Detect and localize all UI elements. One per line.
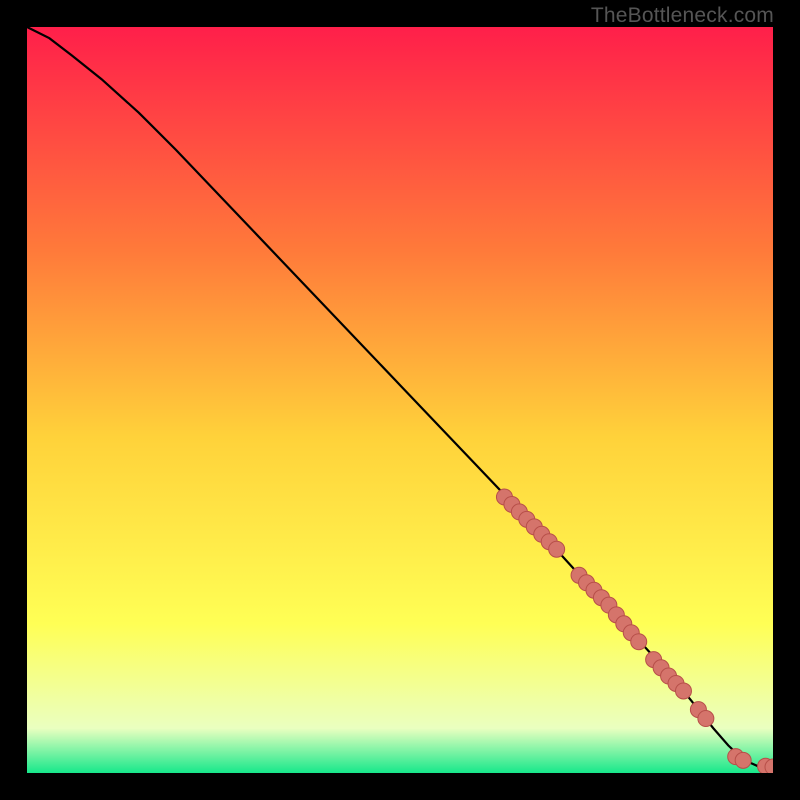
data-point [549,541,565,557]
data-point [735,752,751,768]
data-point [631,634,647,650]
data-point [675,683,691,699]
chart-stage: TheBottleneck.com [0,0,800,800]
data-point [698,711,714,727]
chart-svg [27,27,773,773]
watermark-text: TheBottleneck.com [591,4,774,28]
plot-area [27,27,773,773]
